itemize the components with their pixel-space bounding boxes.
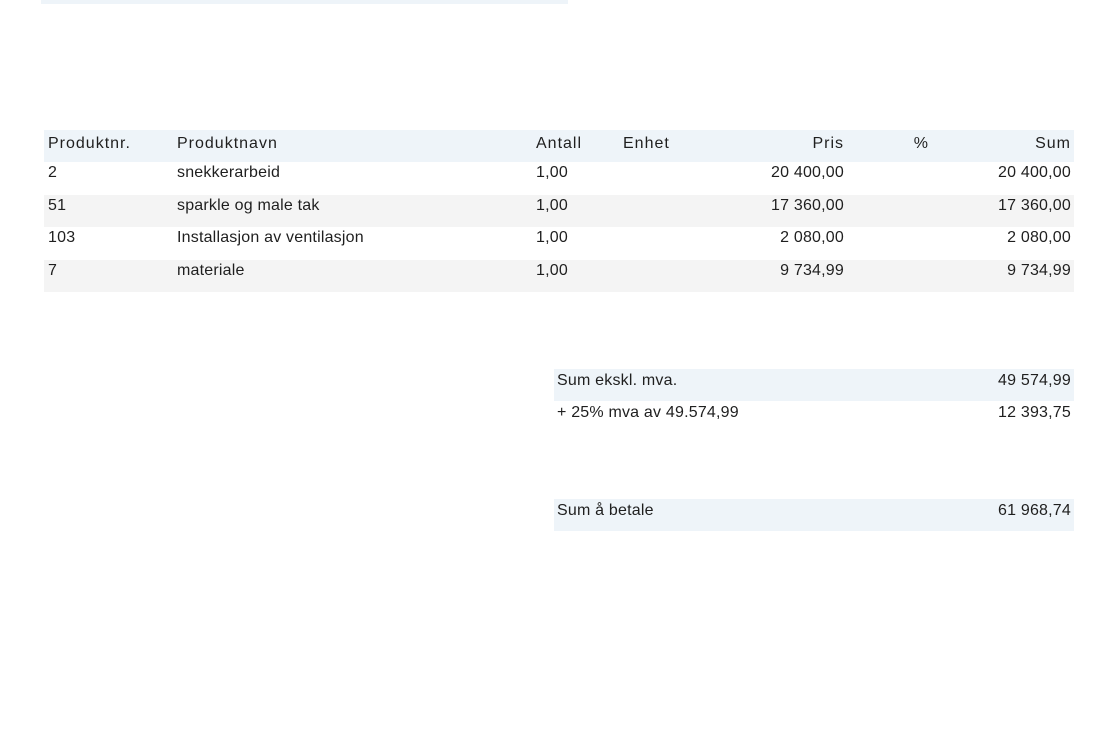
price: 2 080,00 xyxy=(780,229,844,246)
grand-total-row: Sum å betale 61 968,74 xyxy=(554,499,1074,531)
product-number: 2 xyxy=(48,164,58,181)
product-name: Installasjon av ventilasjon xyxy=(177,229,364,246)
table-row: 103 Installasjon av ventilasjon 1,00 2 0… xyxy=(44,227,1074,260)
vat-value: 12 393,75 xyxy=(998,404,1071,421)
product-name: snekkerarbeid xyxy=(177,164,281,181)
table-row: 7 materiale 1,00 9 734,99 9 734,99 xyxy=(44,259,1074,292)
product-name: sparkle og male tak xyxy=(177,196,320,214)
grand-total-value: 61 968,74 xyxy=(998,502,1071,519)
product-name: materiale xyxy=(177,261,245,279)
top-divider-strip xyxy=(41,0,568,4)
quantity: 1,00 xyxy=(536,164,568,181)
table-row: 51 sparkle og male tak 1,00 17 360,00 17… xyxy=(44,194,1074,227)
vat-row: + 25% mva av 49.574,99 12 393,75 xyxy=(554,401,1074,433)
line-sum: 17 360,00 xyxy=(998,196,1071,214)
table-row: 2 snekkerarbeid 1,00 20 400,00 20 400,00 xyxy=(44,162,1074,195)
subtotal-label: Sum ekskl. mva. xyxy=(557,372,678,389)
quantity: 1,00 xyxy=(536,196,568,214)
price: 20 400,00 xyxy=(771,164,844,181)
price: 17 360,00 xyxy=(771,196,844,214)
header-unit: Enhet xyxy=(623,135,670,152)
header-percent: % xyxy=(913,135,929,152)
price: 9 734,99 xyxy=(780,261,844,279)
invoice-items-table: Produktnr. Produktnavn Antall Enhet Pris… xyxy=(44,130,1074,292)
header-product-name: Produktnavn xyxy=(177,135,278,152)
table-header-row: Produktnr. Produktnavn Antall Enhet Pris… xyxy=(44,130,1074,162)
line-sum: 2 080,00 xyxy=(1007,229,1071,246)
line-sum: 9 734,99 xyxy=(1007,261,1071,279)
grand-total-label: Sum å betale xyxy=(557,502,654,519)
header-sum: Sum xyxy=(1035,135,1071,152)
subtotal-value: 49 574,99 xyxy=(998,372,1071,389)
line-sum: 20 400,00 xyxy=(998,164,1071,181)
product-number: 51 xyxy=(48,196,67,214)
header-price: Pris xyxy=(812,135,844,152)
subtotal-row: Sum ekskl. mva. 49 574,99 xyxy=(554,369,1074,401)
header-product-number: Produktnr. xyxy=(48,135,131,152)
vat-label: + 25% mva av 49.574,99 xyxy=(557,404,739,421)
header-quantity: Antall xyxy=(536,135,583,152)
product-number: 7 xyxy=(48,261,58,279)
product-number: 103 xyxy=(48,229,76,246)
subtotal-section: Sum ekskl. mva. 49 574,99 + 25% mva av 4… xyxy=(554,369,1074,433)
quantity: 1,00 xyxy=(536,261,568,279)
quantity: 1,00 xyxy=(536,229,568,246)
grand-total-section: Sum å betale 61 968,74 xyxy=(554,499,1074,531)
